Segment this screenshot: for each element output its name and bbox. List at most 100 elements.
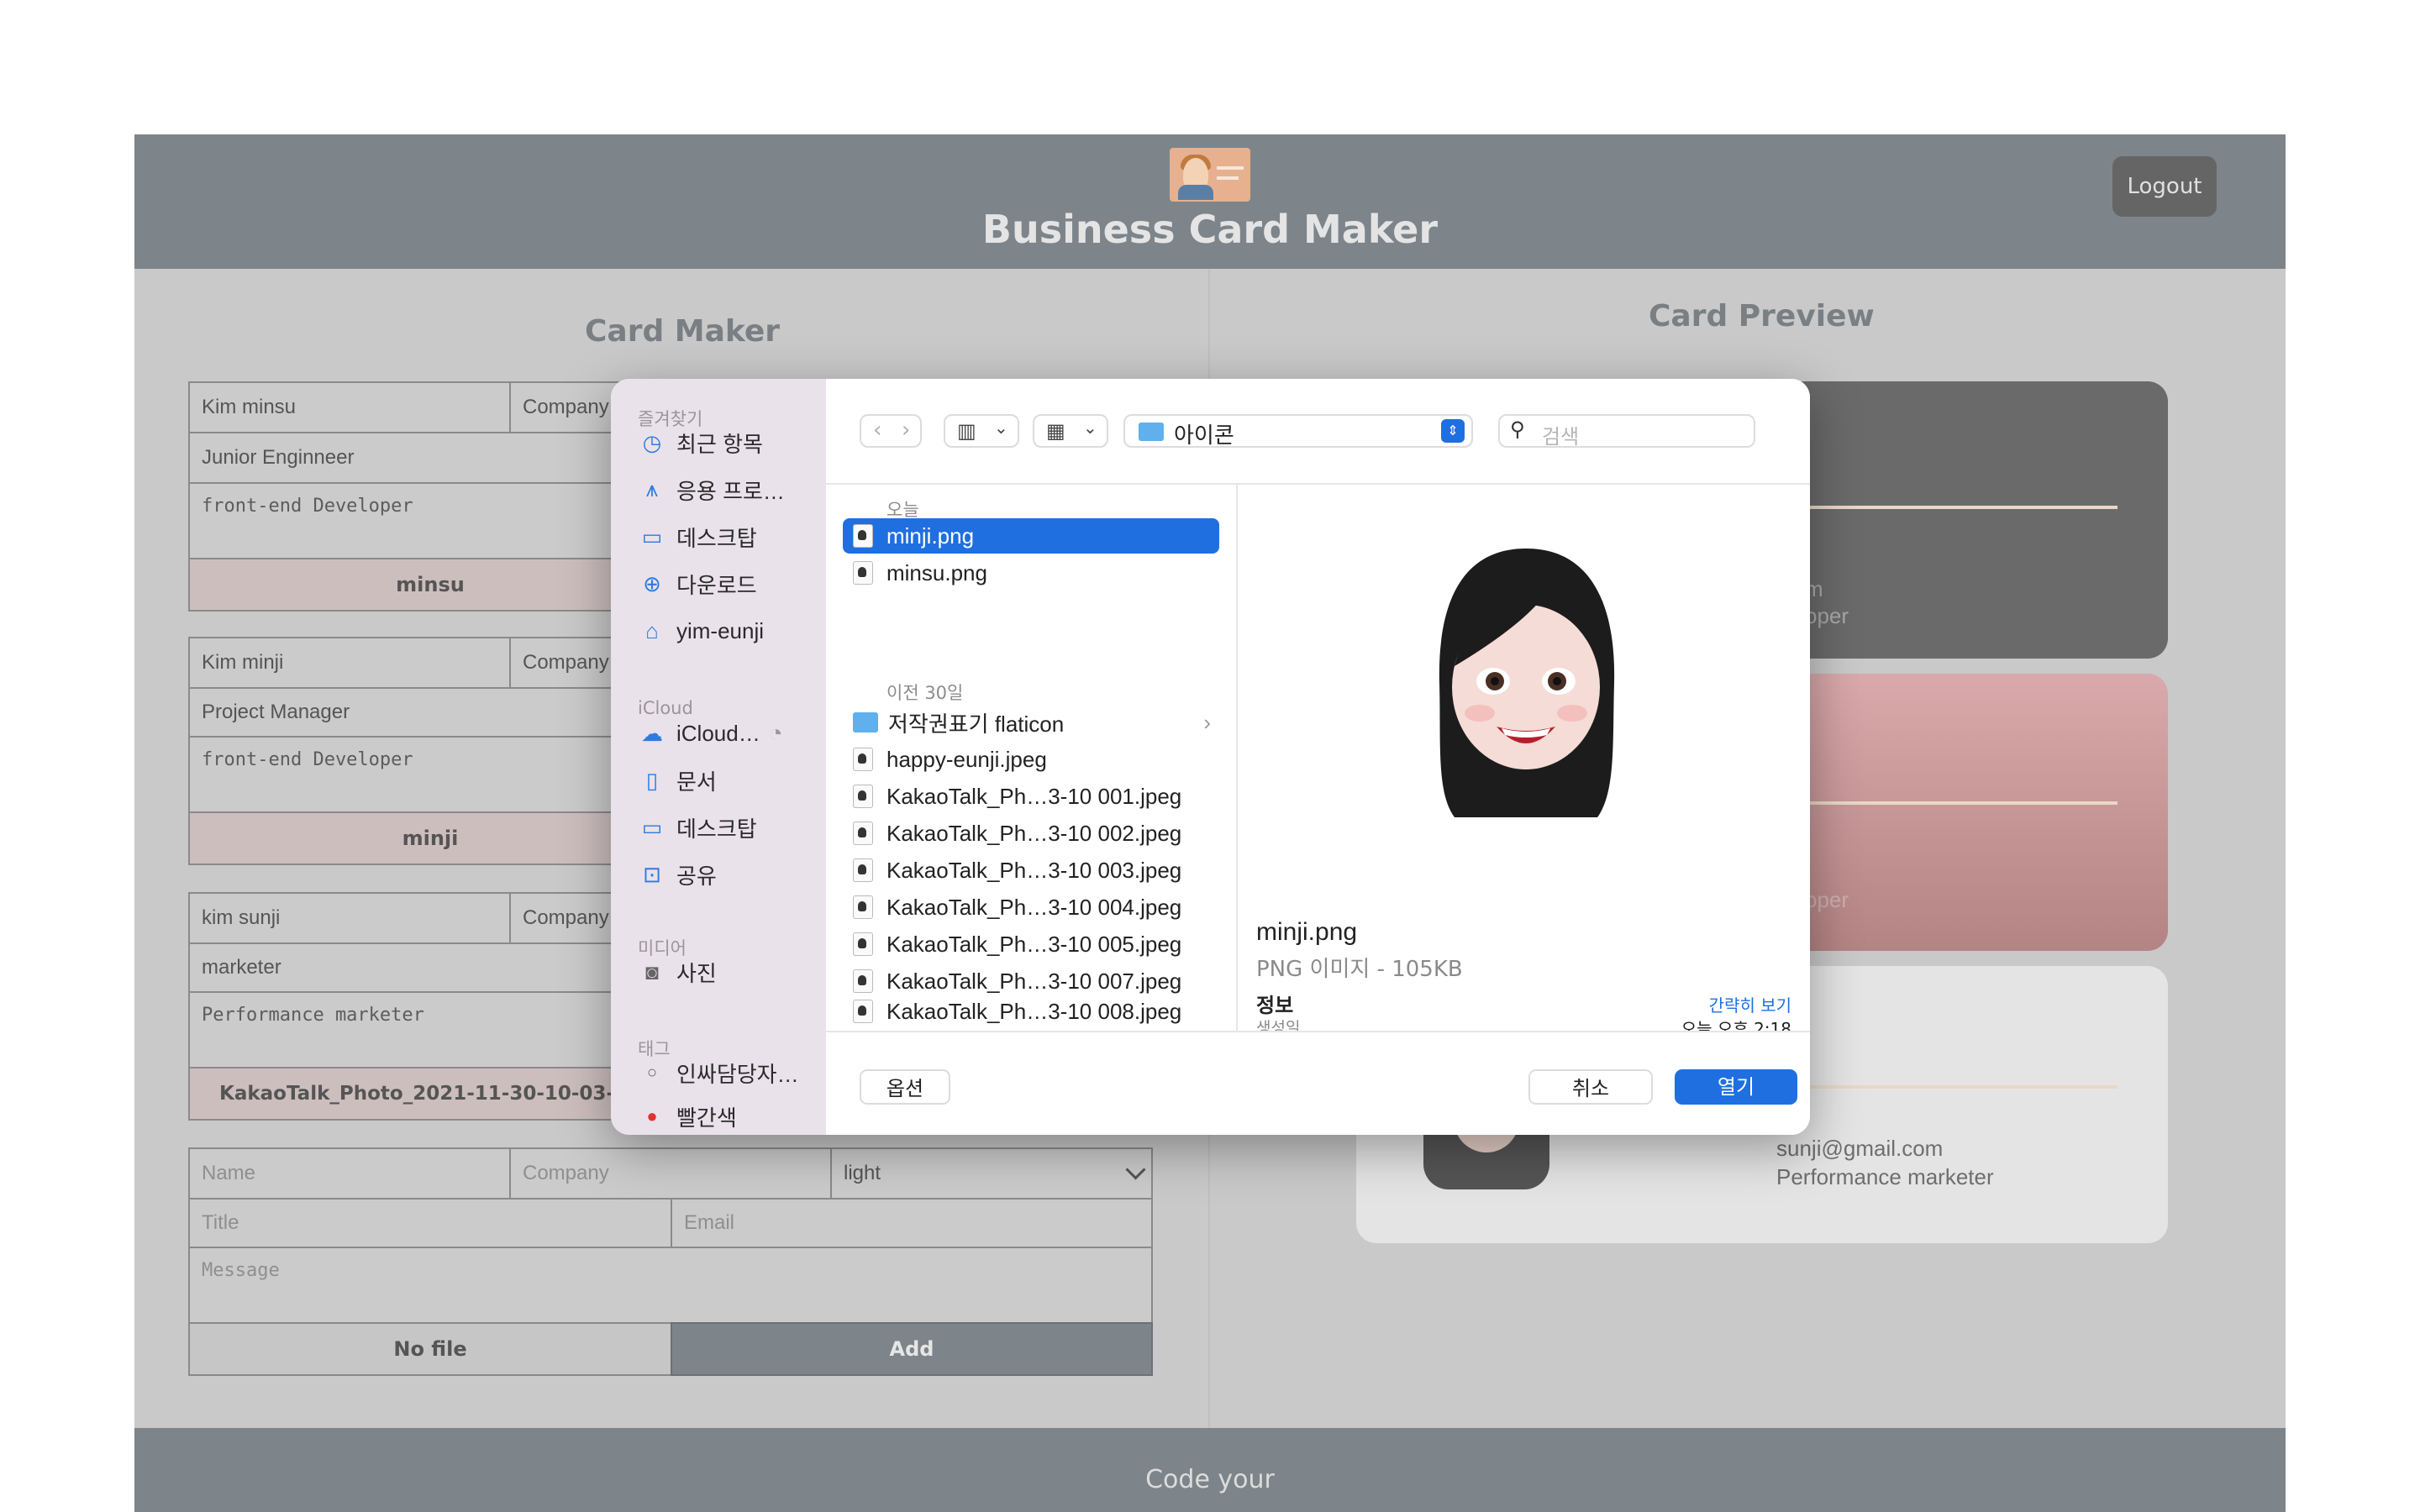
sidebar-item-icloud-drive[interactable]: ☁ iCloud… ◔ bbox=[638, 715, 818, 752]
sidebar-tag-item[interactable]: ○ 인싸담당자… bbox=[638, 1054, 818, 1091]
name-input[interactable]: Kim minji bbox=[188, 637, 511, 689]
desktop-icon: ▭ bbox=[641, 523, 663, 549]
sidebar-item-photos[interactable]: ◙ 사진 bbox=[638, 953, 818, 990]
info-heading: 정보 bbox=[1256, 994, 1294, 1017]
file-preview-pane: minji.png PNG 이미지 - 105KB 정보 간략히 보기 생성일 … bbox=[1238, 485, 1810, 1039]
sidebar-item-documents[interactable]: ▯ 문서 bbox=[638, 762, 818, 799]
file-row[interactable]: minsu.png bbox=[843, 555, 1219, 591]
card-message: Performance marketer bbox=[1776, 1164, 1994, 1189]
card-text: oper bbox=[1805, 603, 1849, 628]
message-textarea[interactable]: Message bbox=[188, 1247, 1153, 1324]
document-icon: ▯ bbox=[645, 767, 659, 793]
card-email: sunji@gmail.com bbox=[1776, 1136, 1944, 1161]
image-file-icon bbox=[853, 561, 873, 585]
home-icon: ⌂ bbox=[645, 617, 659, 643]
page-title: Business Card Maker bbox=[981, 207, 1439, 252]
clock-icon: ◷ bbox=[642, 429, 662, 455]
tag-circle-icon: ○ bbox=[646, 1063, 658, 1082]
card-preview-title: Card Preview bbox=[1649, 299, 1875, 333]
file-open-dialog: 즐겨찾기 ◷ 최근 항목 ⩚ 응용 프로… ▭ 데스크탑 ⊕ 다운로드 ⌂ yim-eun… bbox=[611, 379, 1810, 1135]
chevron-right-icon: › bbox=[1203, 709, 1211, 735]
file-button[interactable]: KakaoTalk_Photo_2021-11-30-10-03-10 bbox=[188, 1067, 672, 1121]
app-logo bbox=[1170, 148, 1250, 202]
card-maker-title: Card Maker bbox=[585, 314, 781, 349]
file-row[interactable]: KakaoTalk_Ph…3-10 004.jpeg bbox=[843, 890, 1219, 925]
theme-select[interactable]: light bbox=[830, 1147, 1153, 1200]
file-row[interactable]: minji.png bbox=[843, 518, 1219, 554]
camera-icon: ◙ bbox=[645, 958, 659, 984]
card-text: oper bbox=[1805, 887, 1849, 912]
options-button[interactable]: 옵션 bbox=[860, 1069, 950, 1105]
location-label: 아이콘 bbox=[1174, 423, 1234, 449]
image-file-icon bbox=[853, 822, 873, 845]
search-field[interactable]: ⚲ 검색 bbox=[1498, 414, 1755, 449]
sidebar-item-downloads[interactable]: ⊕ 다운로드 bbox=[638, 565, 818, 602]
section-prev-30-days: 이전 30일 bbox=[886, 683, 964, 703]
image-file-icon bbox=[853, 969, 873, 993]
chevron-down-icon bbox=[1125, 1159, 1146, 1180]
back-forward-buttons: ‹ › bbox=[860, 414, 922, 448]
footer-text: Code your bbox=[1145, 1465, 1275, 1494]
company-input[interactable]: Company bbox=[509, 1147, 832, 1200]
red-tag-icon: ● bbox=[646, 1105, 658, 1126]
shared-folder-icon: ⊡ bbox=[643, 861, 661, 887]
title-input[interactable]: Title bbox=[188, 1198, 672, 1248]
sidebar-item-desktop[interactable]: ▭ 데스크탑 bbox=[638, 518, 818, 555]
name-input[interactable]: kim sunji bbox=[188, 892, 511, 944]
image-file-icon bbox=[853, 524, 873, 548]
file-row[interactable]: KakaoTalk_Ph…3-10 005.jpeg bbox=[843, 927, 1219, 962]
chevron-down-icon: ⌄ bbox=[994, 417, 1008, 438]
image-file-icon bbox=[853, 895, 873, 919]
view-mode-button[interactable]: ▥ ⌄ bbox=[944, 414, 1019, 448]
columns-icon: ▥ bbox=[957, 419, 976, 443]
search-icon: ⚲ bbox=[1510, 417, 1525, 441]
add-button[interactable]: Add bbox=[671, 1322, 1153, 1376]
desktop-icon: ▭ bbox=[641, 814, 663, 840]
image-file-icon bbox=[853, 1000, 873, 1023]
file-button[interactable]: minsu bbox=[188, 558, 672, 612]
image-file-icon bbox=[853, 748, 873, 771]
folder-icon bbox=[853, 712, 878, 732]
email-input[interactable]: Email bbox=[671, 1198, 1153, 1248]
file-row[interactable]: KakaoTalk_Ph…3-10 001.jpeg bbox=[843, 779, 1219, 814]
location-popup[interactable]: 아이콘 ⇕ bbox=[1123, 414, 1473, 449]
file-button[interactable]: minji bbox=[188, 811, 672, 865]
grid-icon: ▦ bbox=[1046, 419, 1065, 443]
open-button[interactable]: 열기 bbox=[1675, 1069, 1797, 1105]
forward-icon[interactable]: › bbox=[902, 417, 910, 443]
file-row[interactable]: happy-eunji.jpeg bbox=[843, 742, 1219, 777]
download-icon: ⊕ bbox=[643, 570, 661, 596]
chevron-down-icon: ⌄ bbox=[1083, 417, 1097, 438]
preview-kind: PNG 이미지 - 105KB bbox=[1256, 957, 1463, 982]
sidebar-item-applications[interactable]: ⩚ 응용 프로… bbox=[638, 471, 818, 508]
preview-filename: minji.png bbox=[1256, 918, 1358, 946]
theme-select-value: light bbox=[844, 1162, 881, 1184]
cloud-icon: ☁ bbox=[641, 720, 663, 746]
sidebar-tag-red[interactable]: ● 빨간색 bbox=[638, 1098, 818, 1135]
apps-icon: ⩚ bbox=[645, 476, 659, 501]
name-input[interactable]: Name bbox=[188, 1147, 511, 1200]
progress-icon: ◔ bbox=[768, 720, 783, 746]
file-button[interactable]: No file bbox=[188, 1322, 672, 1376]
file-row[interactable]: KakaoTalk_Ph…3-10 002.jpeg bbox=[843, 816, 1219, 851]
sidebar-item-icloud-desktop[interactable]: ▭ 데스크탑 bbox=[638, 809, 818, 846]
cancel-button[interactable]: 취소 bbox=[1528, 1069, 1653, 1105]
image-file-icon bbox=[853, 858, 873, 882]
footer: Code your bbox=[134, 1428, 2286, 1512]
sidebar-item-recents[interactable]: ◷ 최근 항목 bbox=[638, 424, 818, 461]
image-file-icon bbox=[853, 785, 873, 808]
show-less-link[interactable]: 간략히 보기 bbox=[1709, 992, 1791, 1016]
file-list: 오늘 minji.png minsu.png 이전 30일 저작권표기 flat… bbox=[826, 485, 1238, 1031]
file-row[interactable]: KakaoTalk_Ph…3-10 008.jpeg bbox=[843, 994, 1219, 1029]
folder-row[interactable]: 저작권표기 flaticon › bbox=[843, 705, 1219, 740]
memoji-preview-image bbox=[1439, 549, 1615, 817]
search-placeholder: 검색 bbox=[1542, 425, 1580, 449]
group-button[interactable]: ▦ ⌄ bbox=[1033, 414, 1108, 448]
sidebar-item-shared[interactable]: ⊡ 공유 bbox=[638, 856, 818, 893]
file-row[interactable]: KakaoTalk_Ph…3-10 003.jpeg bbox=[843, 853, 1219, 888]
image-file-icon bbox=[853, 932, 873, 956]
sidebar-item-home[interactable]: ⌂ yim-eunji bbox=[638, 612, 818, 649]
back-icon[interactable]: ‹ bbox=[873, 417, 881, 443]
logout-button[interactable]: Logout bbox=[2112, 156, 2217, 217]
name-input[interactable]: Kim minsu bbox=[188, 381, 511, 433]
